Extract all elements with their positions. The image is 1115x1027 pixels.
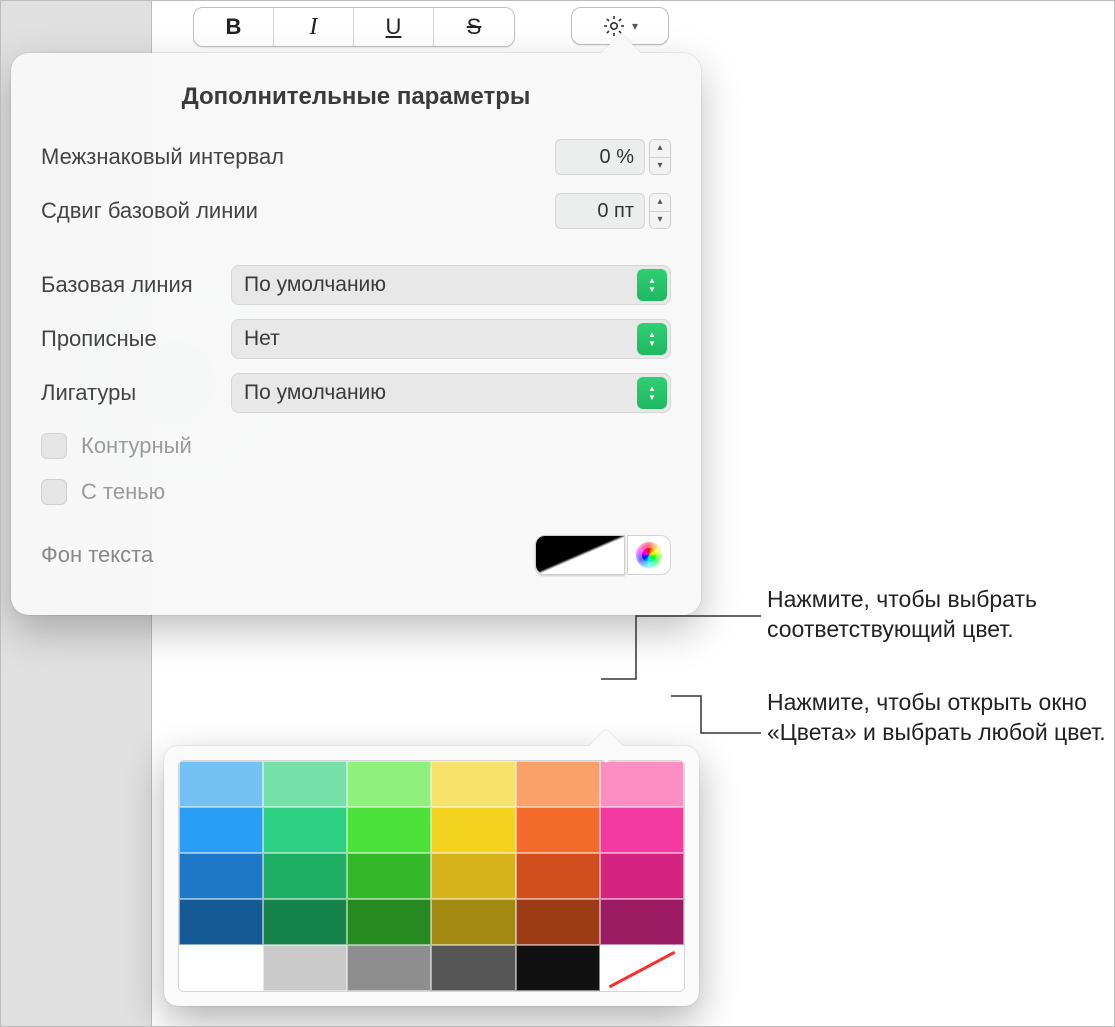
baseline-shift-stepper: 0 пт ▴ ▾ xyxy=(555,193,671,229)
color-swatch-grid xyxy=(178,760,685,992)
char-spacing-step-up[interactable]: ▴ xyxy=(650,140,670,158)
color-swatch[interactable] xyxy=(600,853,684,899)
caps-dropdown-value: Нет xyxy=(244,327,280,351)
baseline-shift-step-up[interactable]: ▴ xyxy=(650,194,670,212)
row-ligatures: Лигатуры По умолчанию ▲▼ xyxy=(41,373,671,413)
italic-icon: I xyxy=(310,14,318,41)
dropdown-knob-icon: ▲▼ xyxy=(637,377,667,409)
color-swatch[interactable] xyxy=(431,945,515,991)
color-swatch[interactable] xyxy=(347,853,431,899)
color-swatch[interactable] xyxy=(347,761,431,807)
baseline-label: Базовая линия xyxy=(41,272,231,298)
color-swatch[interactable] xyxy=(516,807,600,853)
underline-button[interactable]: U xyxy=(354,8,434,46)
caps-dropdown[interactable]: Нет ▲▼ xyxy=(231,319,671,359)
baseline-shift-label: Сдвиг базовой линии xyxy=(41,198,258,224)
char-spacing-value[interactable]: 0 % xyxy=(555,139,645,175)
row-caps: Прописные Нет ▲▼ xyxy=(41,319,671,359)
italic-button[interactable]: I xyxy=(274,8,354,46)
baseline-dropdown[interactable]: По умолчанию ▲▼ xyxy=(231,265,671,305)
baseline-shift-step-down[interactable]: ▾ xyxy=(650,212,670,229)
color-swatch[interactable] xyxy=(516,761,600,807)
bold-button[interactable]: B xyxy=(194,8,274,46)
color-swatch[interactable] xyxy=(179,945,263,991)
row-char-spacing: Межзнаковый интервал 0 % ▴ ▾ xyxy=(41,139,671,175)
color-swatch[interactable] xyxy=(600,807,684,853)
color-swatch-popover xyxy=(164,746,699,1006)
color-swatch[interactable] xyxy=(179,807,263,853)
color-wheel-icon xyxy=(636,542,662,568)
ligatures-dropdown-value: По умолчанию xyxy=(244,381,386,405)
color-wheel-button[interactable] xyxy=(627,535,671,575)
callout-color-well: Нажмите, чтобы выбрать соответствующий ц… xyxy=(767,584,1107,644)
color-swatch[interactable] xyxy=(179,761,263,807)
underline-icon: U xyxy=(386,14,402,40)
color-swatch[interactable] xyxy=(600,899,684,945)
text-background-controls xyxy=(535,535,671,575)
dropdown-knob-icon: ▲▼ xyxy=(637,323,667,355)
color-swatch[interactable] xyxy=(431,807,515,853)
char-spacing-stepper: 0 % ▴ ▾ xyxy=(555,139,671,175)
color-swatch[interactable] xyxy=(347,899,431,945)
strikethrough-button[interactable]: S xyxy=(434,8,514,46)
color-swatch[interactable] xyxy=(431,761,515,807)
popover-title: Дополнительные параметры xyxy=(41,83,671,111)
row-shadow: С тенью xyxy=(41,479,671,505)
color-swatch[interactable] xyxy=(347,945,431,991)
char-spacing-step-buttons: ▴ ▾ xyxy=(649,139,671,175)
baseline-dropdown-value: По умолчанию xyxy=(244,273,386,297)
row-baseline-shift: Сдвиг базовой линии 0 пт ▴ ▾ xyxy=(41,193,671,229)
row-text-background: Фон текста xyxy=(41,535,671,575)
row-baseline: Базовая линия По умолчанию ▲▼ xyxy=(41,265,671,305)
color-swatch[interactable] xyxy=(263,853,347,899)
shadow-label: С тенью xyxy=(81,479,165,505)
color-swatch[interactable] xyxy=(600,945,684,991)
color-swatch[interactable] xyxy=(263,899,347,945)
callout-color-wheel: Нажмите, чтобы открыть окно «Цвета» и вы… xyxy=(767,687,1107,747)
color-swatch[interactable] xyxy=(179,853,263,899)
app-frame: B I U S ▾ Дополнительные параметры Межзн… xyxy=(0,0,1115,1027)
color-swatch[interactable] xyxy=(263,761,347,807)
chevron-down-icon: ▾ xyxy=(632,19,638,33)
bold-icon: B xyxy=(226,14,242,40)
baseline-shift-value[interactable]: 0 пт xyxy=(555,193,645,229)
text-background-label: Фон текста xyxy=(41,542,153,568)
caps-label: Прописные xyxy=(41,326,231,352)
ligatures-label: Лигатуры xyxy=(41,380,231,406)
color-swatch[interactable] xyxy=(179,899,263,945)
color-swatch[interactable] xyxy=(263,945,347,991)
outline-checkbox[interactable] xyxy=(41,433,67,459)
baseline-shift-step-buttons: ▴ ▾ xyxy=(649,193,671,229)
color-swatch[interactable] xyxy=(263,807,347,853)
ligatures-dropdown[interactable]: По умолчанию ▲▼ xyxy=(231,373,671,413)
advanced-options-popover: Дополнительные параметры Межзнаковый инт… xyxy=(11,53,701,615)
color-swatch[interactable] xyxy=(600,761,684,807)
dropdown-knob-icon: ▲▼ xyxy=(637,269,667,301)
strikethrough-icon: S xyxy=(467,14,482,40)
char-spacing-label: Межзнаковый интервал xyxy=(41,144,284,170)
shadow-checkbox[interactable] xyxy=(41,479,67,505)
char-spacing-step-down[interactable]: ▾ xyxy=(650,158,670,175)
color-swatch[interactable] xyxy=(431,899,515,945)
outline-label: Контурный xyxy=(81,433,192,459)
color-swatch[interactable] xyxy=(431,853,515,899)
color-swatch[interactable] xyxy=(516,899,600,945)
color-swatch[interactable] xyxy=(516,945,600,991)
row-outline: Контурный xyxy=(41,433,671,459)
color-swatch[interactable] xyxy=(516,853,600,899)
color-swatch[interactable] xyxy=(347,807,431,853)
text-style-segment: B I U S xyxy=(193,7,515,47)
color-well-button[interactable] xyxy=(535,535,625,575)
